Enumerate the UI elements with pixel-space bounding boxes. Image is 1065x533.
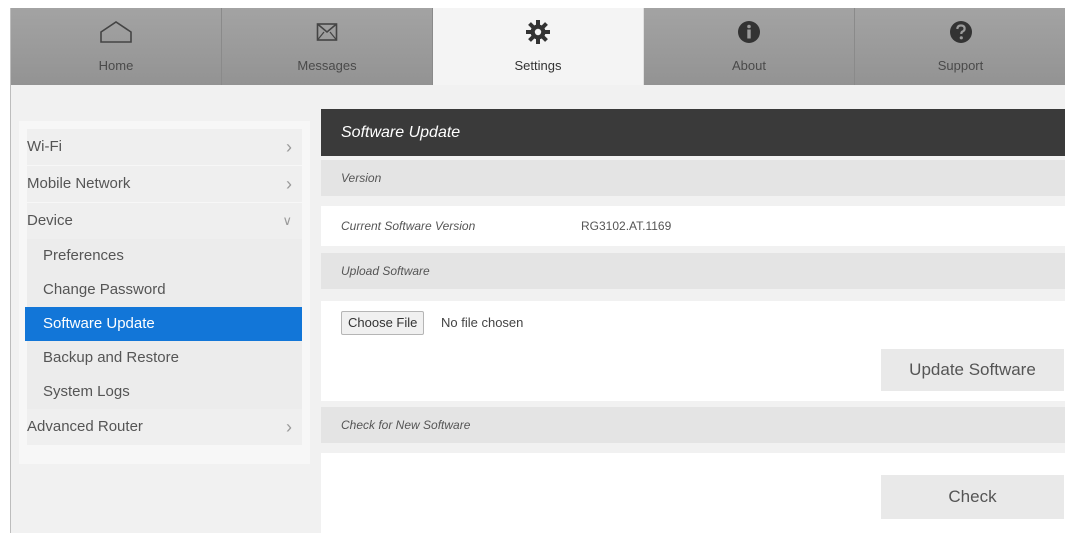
tab-settings-label: Settings <box>514 58 562 73</box>
sidebar-item-wifi[interactable]: Wi-Fi › <box>27 129 302 166</box>
tab-messages-label: Messages <box>297 58 357 73</box>
tab-home-label: Home <box>98 58 134 73</box>
sidebar-item-system-logs[interactable]: System Logs <box>27 375 302 409</box>
app-frame: Home Messages Settings About Support Wi-… <box>10 8 1065 533</box>
sidebar-item-label: Change Password <box>43 281 166 298</box>
section-version: Version <box>321 160 1065 196</box>
tab-settings[interactable]: Settings <box>433 8 644 85</box>
sidebar-item-label: Backup and Restore <box>43 349 179 366</box>
check-button[interactable]: Check <box>881 475 1064 519</box>
current-version-value: RG3102.AT.1169 <box>581 219 672 233</box>
no-file-text: No file chosen <box>441 315 524 330</box>
chevron-down-icon: ∨ <box>282 213 292 228</box>
sidebar-item-label: Advanced Router <box>27 418 143 435</box>
tab-about-label: About <box>732 58 766 73</box>
sidebar-item-preferences[interactable]: Preferences <box>27 239 302 273</box>
page-title: Software Update <box>321 109 1065 156</box>
current-version-label: Current Software Version <box>341 219 476 233</box>
sidebar-item-mobile-network[interactable]: Mobile Network › <box>27 166 302 203</box>
info-icon <box>738 21 760 43</box>
sidebar-item-label: Mobile Network <box>27 175 131 192</box>
sidebar-item-label: Preferences <box>43 247 124 264</box>
section-upload: Upload Software <box>321 253 1065 289</box>
section-check: Check for New Software <box>321 407 1065 443</box>
sidebar-item-label: Wi-Fi <box>27 138 62 155</box>
sidebar-item-device[interactable]: Device ∨ <box>27 203 302 239</box>
chevron-right-icon: › <box>286 417 292 437</box>
sidebar-item-backup-restore[interactable]: Backup and Restore <box>27 341 302 375</box>
sidebar-item-label: Software Update <box>43 315 155 332</box>
tab-support[interactable]: Support <box>855 8 1065 85</box>
sidebar-item-label: System Logs <box>43 383 130 400</box>
tab-messages[interactable]: Messages <box>222 8 433 85</box>
tab-home[interactable]: Home <box>11 8 222 85</box>
upload-panel: Choose File No file chosen Update Softwa… <box>321 301 1065 401</box>
top-nav: Home Messages Settings About Support <box>11 8 1065 85</box>
tab-about[interactable]: About <box>644 8 855 85</box>
home-icon <box>100 21 132 43</box>
update-software-button[interactable]: Update Software <box>881 349 1064 391</box>
gear-icon <box>526 20 550 44</box>
chevron-right-icon: › <box>286 137 292 157</box>
sidebar-item-advanced-router[interactable]: Advanced Router › <box>27 409 302 446</box>
chevron-right-icon: › <box>286 174 292 194</box>
sidebar-item-label: Device <box>27 212 73 229</box>
sidebar-item-software-update[interactable]: Software Update <box>25 307 302 341</box>
question-icon <box>949 21 972 43</box>
tab-support-label: Support <box>937 58 984 73</box>
check-panel: Check <box>321 453 1065 533</box>
main-panel: Software Update Version Current Software… <box>321 109 1065 533</box>
sidebar-item-change-password[interactable]: Change Password <box>27 273 302 307</box>
envelope-icon <box>316 23 338 41</box>
sidebar: Wi-Fi › Mobile Network › Device ∨ Prefer… <box>19 121 310 464</box>
choose-file-button[interactable]: Choose File <box>341 311 425 335</box>
version-row: Current Software Version RG3102.AT.1169 <box>321 206 1065 246</box>
